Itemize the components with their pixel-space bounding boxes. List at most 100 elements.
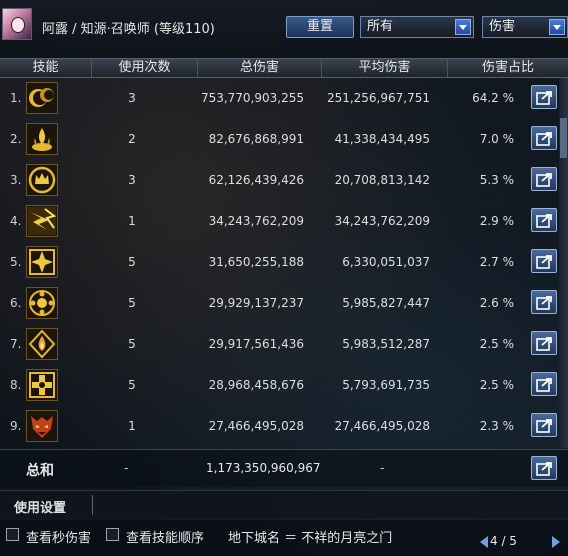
row-index: 9. — [10, 419, 22, 433]
type-select-value: 伤害 — [489, 19, 516, 34]
share-button[interactable] — [531, 331, 557, 355]
share-icon — [536, 91, 552, 105]
type-select[interactable]: 伤害 — [482, 16, 568, 38]
uses-count: 2 — [128, 132, 136, 146]
average-damage: 5,983,512,287 — [342, 337, 430, 351]
damage-share: 2.5 % — [479, 378, 514, 392]
column-header-total-damage[interactable]: 总伤害 — [198, 59, 322, 77]
header-bar: 阿露 / 知源·召唤师 (等级110) 重置 所有 伤害 — [0, 0, 568, 58]
column-header-damage-share[interactable]: 伤害占比 — [448, 59, 568, 77]
flame-sigil-skill-icon — [26, 328, 58, 360]
chevron-down-icon[interactable] — [549, 19, 565, 35]
share-button[interactable] — [531, 456, 557, 480]
average-damage: 41,338,434,495 — [334, 132, 430, 146]
total-uses: - — [124, 461, 129, 475]
uses-count: 3 — [128, 173, 136, 187]
skill-order-label[interactable]: 查看技能顺序 — [126, 527, 204, 546]
table-row[interactable]: 9. 1 27,466,495,028 27,466,495,028 2.3 % — [0, 406, 568, 447]
table-row[interactable]: 5. 5 31,650,255,188 6,330,051,037 2.7 % — [0, 242, 568, 283]
table-header: 技能 使用次数 总伤害 平均伤害 伤害占比 — [0, 58, 568, 78]
share-button[interactable] — [531, 249, 557, 273]
damage-share: 64.2 % — [472, 91, 514, 105]
total-label: 总和 — [26, 463, 54, 479]
column-header-uses[interactable]: 使用次数 — [92, 59, 198, 77]
cross-sigil-skill-icon — [26, 369, 58, 401]
row-index: 5. — [10, 255, 22, 269]
filter-select[interactable]: 所有 — [360, 16, 474, 38]
chevron-down-icon[interactable] — [455, 19, 471, 35]
uses-count: 1 — [128, 214, 136, 228]
share-button[interactable] — [531, 208, 557, 232]
rune-circle-skill-icon — [26, 287, 58, 319]
table-row[interactable]: 2. 2 82,676,868,991 41,338,434,495 7.0 % — [0, 119, 568, 160]
table-row[interactable]: 1. 3 753,770,903,255 251,256,967,751 64.… — [0, 78, 568, 119]
dungeon-name: 地下城名 ＝ 不祥的月亮之门 — [228, 531, 393, 546]
total-damage: 28,968,458,676 — [208, 378, 304, 392]
scrollbar-thumb[interactable] — [560, 118, 567, 158]
avatar-face — [11, 17, 25, 33]
total-damage: 753,770,903,255 — [200, 91, 304, 105]
row-index: 3. — [10, 173, 22, 187]
settings-title[interactable]: 使用设置 — [14, 497, 66, 516]
page-prev-icon[interactable] — [480, 536, 488, 548]
damage-share: 7.0 % — [479, 132, 514, 146]
share-icon — [536, 419, 552, 433]
total-average: - — [380, 461, 385, 475]
share-button[interactable] — [531, 413, 557, 437]
share-button[interactable] — [531, 290, 557, 314]
uses-count: 5 — [128, 296, 136, 310]
uses-count: 5 — [128, 378, 136, 392]
share-button[interactable] — [531, 167, 557, 191]
row-index: 7. — [10, 337, 22, 351]
share-icon — [536, 255, 552, 269]
demon-face-skill-icon — [26, 410, 58, 442]
settings-bar: 使用设置 — [0, 490, 568, 518]
share-icon — [536, 296, 552, 310]
damage-share: 2.7 % — [479, 255, 514, 269]
total-damage: 31,650,255,188 — [208, 255, 304, 269]
total-damage: 34,243,762,209 — [208, 214, 304, 228]
total-damage: 29,929,137,237 — [208, 296, 304, 310]
table-row[interactable]: 4. 1 34,243,762,209 34,243,762,209 2.9 % — [0, 201, 568, 242]
filter-select-value: 所有 — [367, 19, 394, 34]
uses-count: 1 — [128, 419, 136, 433]
per-second-checkbox[interactable] — [6, 528, 19, 541]
lightning-burst-skill-icon — [26, 205, 58, 237]
table-row[interactable]: 3. 3 62,126,439,426 20,708,813,142 5.3 % — [0, 160, 568, 201]
share-icon — [536, 337, 552, 351]
share-icon — [536, 132, 552, 146]
average-damage: 5,793,691,735 — [342, 378, 430, 392]
uses-count: 3 — [128, 91, 136, 105]
total-row: 总和 - 1,173,350,960,967 - — [0, 449, 568, 487]
skill-order-checkbox[interactable] — [106, 528, 119, 541]
total-damage: 29,917,561,436 — [208, 337, 304, 351]
column-header-skill[interactable]: 技能 — [0, 59, 92, 77]
row-index: 1. — [10, 91, 22, 105]
damage-share: 2.3 % — [479, 419, 514, 433]
row-index: 2. — [10, 132, 22, 146]
share-button[interactable] — [531, 372, 557, 396]
page-next-icon[interactable] — [552, 536, 560, 548]
page-indicator: 4 / 5 — [490, 534, 517, 548]
share-icon — [536, 378, 552, 392]
uses-count: 5 — [128, 255, 136, 269]
row-index: 4. — [10, 214, 22, 228]
scrollbar[interactable] — [559, 78, 568, 448]
column-header-average-damage[interactable]: 平均伤害 — [322, 59, 448, 77]
table-row[interactable]: 6. 5 29,929,137,237 5,985,827,447 2.6 % — [0, 283, 568, 324]
table-row[interactable]: 8. 5 28,968,458,676 5,793,691,735 2.5 % — [0, 365, 568, 406]
average-damage: 5,985,827,447 — [342, 296, 430, 310]
table-row[interactable]: 7. 5 29,917,561,436 5,983,512,287 2.5 % — [0, 324, 568, 365]
options-bar: 查看秒伤害 查看技能顺序 地下城名 ＝ 不祥的月亮之门 4 / 5 — [0, 520, 568, 556]
avatar — [2, 8, 32, 40]
per-second-label[interactable]: 查看秒伤害 — [26, 527, 91, 546]
star-sigil-skill-icon — [26, 246, 58, 278]
total-damage-sum: 1,173,350,960,967 — [206, 461, 321, 475]
share-button[interactable] — [531, 126, 557, 150]
share-button[interactable] — [531, 85, 557, 109]
reset-button[interactable]: 重置 — [286, 16, 354, 38]
total-damage: 82,676,868,991 — [208, 132, 304, 146]
crown-circle-skill-icon — [26, 164, 58, 196]
row-index: 8. — [10, 378, 22, 392]
damage-share: 2.6 % — [479, 296, 514, 310]
